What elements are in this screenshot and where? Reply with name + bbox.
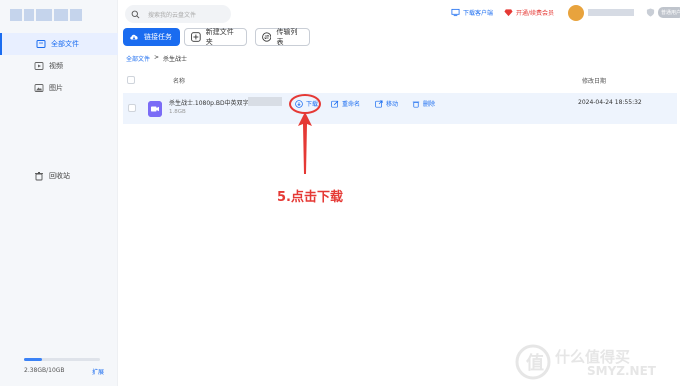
transfer-list-button[interactable]: 传输列表: [255, 28, 310, 46]
folder-icon: [36, 40, 46, 48]
transfer-list-label: 传输列表: [276, 28, 298, 46]
new-folder-button[interactable]: 新建文件夹: [184, 28, 247, 46]
storage-expand-link[interactable]: 扩展: [92, 367, 104, 376]
vip-link[interactable]: 开通/续费会员: [504, 8, 554, 17]
rename-button[interactable]: 重命名: [331, 99, 360, 108]
diamond-icon: [504, 9, 513, 17]
link-task-label: 链接任务: [144, 33, 172, 41]
step-annotation: 5.点击下载: [277, 190, 343, 205]
sidebar-item-label: 图片: [49, 84, 63, 92]
download-highlight-circle: [289, 94, 321, 114]
search-icon: [131, 10, 140, 18]
file-size: 1.8GB: [169, 109, 186, 115]
video-icon: [34, 62, 44, 70]
breadcrumb-root[interactable]: 全部文件: [126, 54, 150, 63]
plus-icon: [191, 32, 201, 42]
breadcrumb: 全部文件 > 杀生战士: [126, 54, 187, 63]
vip-label: 开通/续费会员: [516, 10, 555, 17]
watermark-en: SMYZ.NET: [587, 364, 656, 378]
storage-indicator: 2.38GB/10GB 扩展: [24, 358, 106, 376]
download-client-label: 下载客户端: [463, 10, 494, 17]
new-folder-label: 新建文件夹: [205, 28, 234, 46]
sidebar: 全部文件 视频 图片 回收站 2.38GB/10GB 扩展: [0, 0, 118, 386]
svg-text:值: 值: [526, 352, 544, 374]
storage-bar-fill: [24, 358, 43, 361]
storage-text: 2.38GB/10GB: [24, 367, 65, 374]
username-blurred: [588, 9, 634, 16]
avatar[interactable]: [568, 5, 584, 21]
trash-icon: [412, 101, 420, 108]
app-logo[interactable]: [10, 6, 110, 22]
image-icon: [34, 84, 44, 92]
sidebar-item-label: 回收站: [49, 172, 70, 180]
breadcrumb-current: 杀生战士: [163, 56, 188, 63]
sidebar-item-all-files[interactable]: 全部文件: [0, 33, 118, 55]
trash-icon: [35, 172, 43, 181]
status-badge: 普通用户: [658, 7, 680, 18]
link-task-button[interactable]: 链接任务: [123, 28, 180, 46]
top-bar: 搜索我的云盘文件 下载客户端 开通/续费会员 普通用户: [118, 0, 680, 28]
column-header-date[interactable]: 修改日期: [582, 76, 606, 85]
move-label: 移动: [386, 101, 399, 108]
storage-bar: [24, 358, 100, 361]
sidebar-item-label: 视频: [49, 62, 63, 70]
sidebar-item-label: 全部文件: [51, 40, 79, 48]
file-date: 2024-04-24 18:55:32: [578, 99, 642, 106]
breadcrumb-separator: >: [154, 54, 160, 61]
table-row[interactable]: 杀生战士.1080p.BD中英双字 1.8GB 下载 重命名 移动 删除 202…: [123, 93, 677, 124]
watermark: 值 什么值得买 SMYZ.NET: [515, 344, 677, 380]
select-all-checkbox[interactable]: [127, 76, 135, 84]
delete-label: 删除: [423, 101, 436, 108]
search-placeholder: 搜索我的云盘文件: [148, 11, 197, 19]
file-name[interactable]: 杀生战士.1080p.BD中英双字: [169, 98, 249, 107]
file-name-blurred: [248, 97, 282, 106]
up-arrow-icon: [298, 112, 312, 174]
shield-icon: [646, 8, 655, 17]
rename-label: 重命名: [342, 101, 361, 108]
sidebar-item-recycle-bin[interactable]: 回收站: [0, 165, 118, 187]
move-icon: [375, 99, 383, 108]
sidebar-item-images[interactable]: 图片: [0, 77, 118, 99]
download-client-link[interactable]: 下载客户端: [451, 8, 493, 17]
search-input[interactable]: 搜索我的云盘文件: [125, 5, 231, 23]
delete-button[interactable]: 删除: [412, 99, 435, 108]
transfer-icon: [262, 32, 272, 42]
video-file-icon: [148, 101, 162, 117]
column-header-name[interactable]: 名称: [173, 76, 185, 85]
row-checkbox[interactable]: [128, 104, 136, 112]
monitor-icon: [451, 8, 460, 17]
edit-icon: [331, 100, 339, 108]
watermark-logo: 值: [515, 344, 551, 380]
move-button[interactable]: 移动: [375, 99, 398, 108]
sidebar-item-video[interactable]: 视频: [0, 55, 118, 77]
cloud-download-icon: [130, 34, 138, 40]
